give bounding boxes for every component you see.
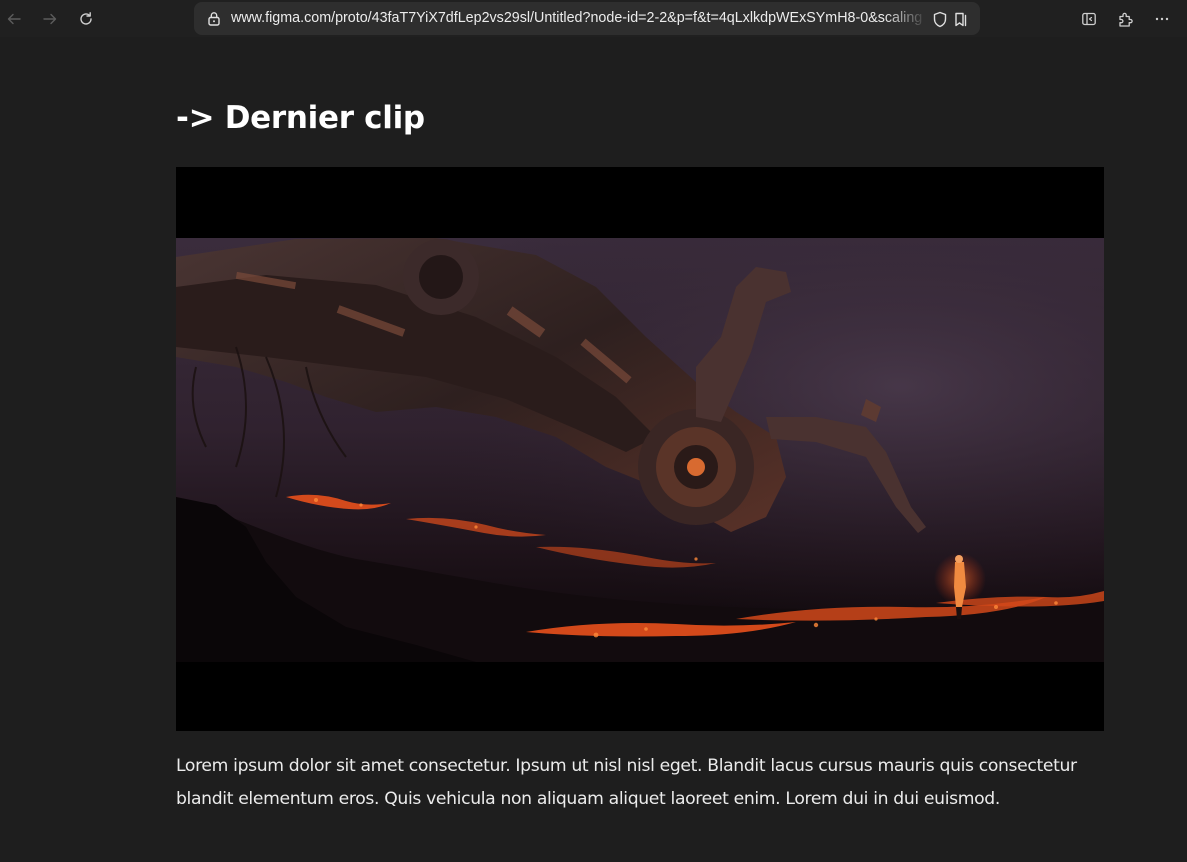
arrow-left-icon [7, 13, 21, 25]
sidebar-icon[interactable] [1079, 9, 1099, 29]
address-bar[interactable]: www.figma.com/proto/43faT7YiX7dfLep2vs29… [194, 2, 980, 35]
reload-button[interactable] [76, 9, 96, 29]
video-thumbnail [176, 167, 1104, 731]
arrow-right-icon [43, 13, 57, 25]
browser-toolbar: www.figma.com/proto/43faT7YiX7dfLep2vs29… [0, 0, 1187, 37]
clip-description: Lorem ipsum dolor sit amet consectetur. … [176, 756, 1077, 809]
figma-prototype-page: -> Dernier clip Lorem ipsum dolor sit am… [0, 37, 1187, 862]
bookmark-icon[interactable] [952, 10, 970, 28]
reload-icon [80, 12, 92, 25]
forward-button[interactable] [40, 9, 60, 29]
shield-icon[interactable] [931, 10, 949, 28]
back-button[interactable] [4, 9, 24, 29]
puzzle-icon[interactable] [1115, 9, 1135, 29]
page-heading: -> Dernier clip [176, 100, 425, 136]
lock-icon[interactable] [207, 11, 221, 30]
url-fade [884, 6, 928, 31]
video-clip[interactable] [176, 167, 1104, 731]
url-text[interactable]: www.figma.com/proto/43faT7YiX7dfLep2vs29… [231, 2, 925, 35]
more-horizontal-icon[interactable] [1152, 9, 1172, 29]
